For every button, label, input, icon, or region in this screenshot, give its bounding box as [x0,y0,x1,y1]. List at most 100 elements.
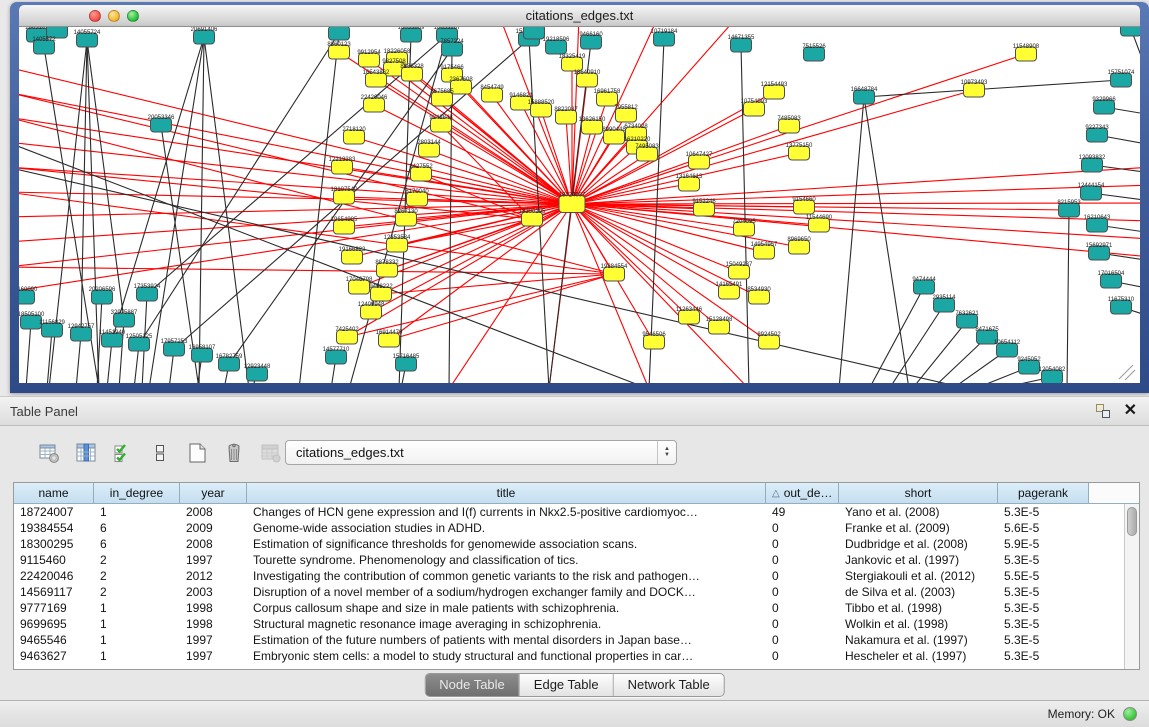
network-edge[interactable] [204,37,249,383]
network-node[interactable]: 16961758 [594,89,621,106]
memory-status-indicator[interactable] [1123,707,1137,721]
new-table-icon[interactable] [184,440,210,466]
table-row[interactable]: 946554611997Estimation of the future num… [14,632,1124,648]
network-node[interactable]: 11544690 [806,215,833,232]
network-node[interactable]: 19654985 [331,217,358,234]
network-node[interactable]: 10719184 [651,29,678,46]
table-row[interactable]: 1938455462009Genome-wide association stu… [14,520,1124,536]
network-node[interactable]: 7857224 [440,39,464,56]
network-node[interactable]: 11263446 [676,307,703,324]
network-edge[interactable] [572,27,739,204]
minimize-window-icon[interactable] [108,10,120,22]
zoom-window-icon[interactable] [127,10,139,22]
network-node[interactable]: 14055724 [74,30,101,47]
network-node[interactable]: 20691406 [191,27,218,44]
table-row[interactable]: 911546021997Tourette syndrome. Phenomeno… [14,552,1124,568]
network-node[interactable]: 18325419 [559,54,586,71]
network-node[interactable]: 19218596 [543,37,570,54]
network-node[interactable]: 3675685 [430,89,454,106]
network-node[interactable]: 12942757 [68,324,95,341]
network-node[interactable]: 8924502 [757,332,781,349]
network-edge[interactable] [387,219,532,270]
table-selector-dropdown[interactable]: citations_edges.txt ▲▼ [285,440,677,465]
network-node[interactable]: 1405572 [32,37,56,54]
network-edge[interactable] [199,37,204,383]
window-titlebar[interactable]: citations_edges.txt [19,5,1140,27]
network-node[interactable]: 8822037 [554,107,578,124]
network-node[interactable]: 9154660 [792,197,816,214]
network-node[interactable]: 12054082 [1039,367,1066,383]
float-panel-icon[interactable] [1096,404,1110,418]
network-node[interactable]: 9466160 [579,32,603,49]
network-node[interactable]: 18300295 [519,209,546,226]
network-node[interactable]: 20206596 [89,287,116,304]
network-node[interactable]: 8534930 [747,287,771,304]
network-node[interactable]: 9227343 [1085,125,1109,142]
network-node[interactable]: 18724007 [559,193,586,213]
network-node[interactable]: 16543862 [363,70,390,87]
network-node[interactable]: 7204095 [732,219,756,236]
delete-table-icon[interactable] [221,440,247,466]
network-node[interactable]: 11451940 [99,330,126,347]
network-node[interactable]: 13164613 [676,174,703,191]
network-node[interactable]: 2935114 [933,295,957,312]
network-node[interactable]: 8878332 [375,260,399,277]
vertical-scrollbar[interactable] [1124,504,1139,669]
canvas-resize-grip[interactable] [1119,365,1135,380]
tab-node-table[interactable]: Node Table [425,674,520,696]
network-node[interactable]: 15716485 [393,354,420,371]
network-node[interactable]: 18640910 [574,70,601,87]
network-node[interactable]: 8170040 [405,189,429,206]
network-node[interactable]: 8215953 [1057,200,1081,217]
network-node[interactable]: 11675310 [1108,297,1135,314]
close-panel-icon[interactable]: ✕ [1124,403,1137,419]
table-row[interactable]: 977716911998Corpus callosum shape and si… [14,600,1124,616]
network-graph[interactable]: 2863101858015414055721405572420691406194… [19,27,1140,383]
network-node[interactable]: 9498222 [369,284,393,301]
select-all-columns-icon[interactable] [110,440,136,466]
network-node[interactable]: 12505125 [126,334,153,351]
network-node[interactable]: 8454749 [480,85,504,102]
network-node[interactable]: 9152246 [692,199,716,216]
column-header-in_degree[interactable]: in_degree [94,483,180,504]
network-edge[interactable] [19,192,572,204]
network-node[interactable]: 16914479 [376,330,403,347]
column-header-title[interactable]: title [247,483,766,504]
table-row[interactable]: 946362711997Embryonic stem cells: a mode… [14,648,1124,664]
column-header-name[interactable]: name [14,483,94,504]
close-window-icon[interactable] [89,10,101,22]
network-edge[interactable] [839,97,864,383]
network-node[interactable]: 16648784 [851,87,878,104]
network-node[interactable]: 8427552 [409,164,433,181]
network-node[interactable]: 14954957 [751,242,778,259]
network-node[interactable]: 12213383 [329,157,356,174]
network-node[interactable]: 10973493 [961,80,988,97]
network-node[interactable]: 17016504 [1098,271,1125,288]
table-row[interactable]: 969969511998Structural magnetic resonanc… [14,616,1124,632]
network-node[interactable]: 12154493 [761,82,788,99]
network-node[interactable]: 15692971 [1086,243,1113,260]
table-row[interactable]: 1872400712008Changes of HCN gene express… [14,504,1124,520]
network-node[interactable]: 7515526 [802,44,826,61]
network-node[interactable]: 14671355 [728,35,755,52]
network-node[interactable]: 15888520 [528,100,555,117]
network-edge[interactable] [912,321,967,383]
network-node[interactable]: 9546506 [642,332,666,349]
network-node[interactable]: 10654112 [994,340,1021,357]
network-edge[interactable] [47,330,52,383]
network-node[interactable]: 18107540 [331,187,358,204]
network-node[interactable]: 19461177 [326,27,353,40]
network-node[interactable]: 8860123 [327,42,351,59]
tab-edge-table[interactable]: Edge Table [520,674,614,696]
network-canvas[interactable]: 2863101858015414055721405572420691406194… [19,27,1140,383]
network-node[interactable]: 20053346 [148,115,175,132]
network-node[interactable]: 16033809 [398,27,425,42]
network-node[interactable]: 9242848 [429,115,453,132]
network-edge[interactable] [869,287,924,383]
network-node[interactable]: 11156829 [39,320,65,337]
network-node[interactable]: 7955812 [614,105,638,122]
network-node[interactable]: 12444154 [1078,183,1105,200]
network-node[interactable]: 7495083 [635,144,659,161]
network-edge[interactable] [572,204,689,317]
network-node[interactable]: 16958107 [189,345,216,362]
